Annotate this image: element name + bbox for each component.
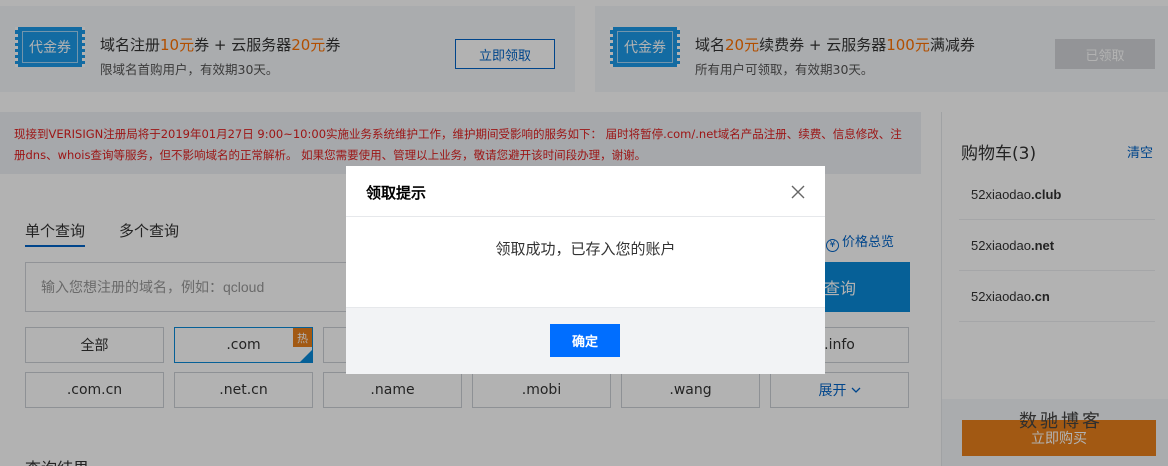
close-icon[interactable] bbox=[790, 184, 806, 200]
dialog-message: 领取成功，已存入您的账户 bbox=[495, 240, 676, 258]
dialog-divider bbox=[346, 216, 825, 217]
dialog-title: 领取提示 bbox=[366, 184, 427, 202]
dialog-footer: 确定 bbox=[346, 307, 825, 374]
confirm-button[interactable]: 确定 bbox=[550, 324, 620, 357]
claim-result-dialog: 领取提示 领取成功，已存入您的账户 确定 bbox=[346, 166, 825, 374]
